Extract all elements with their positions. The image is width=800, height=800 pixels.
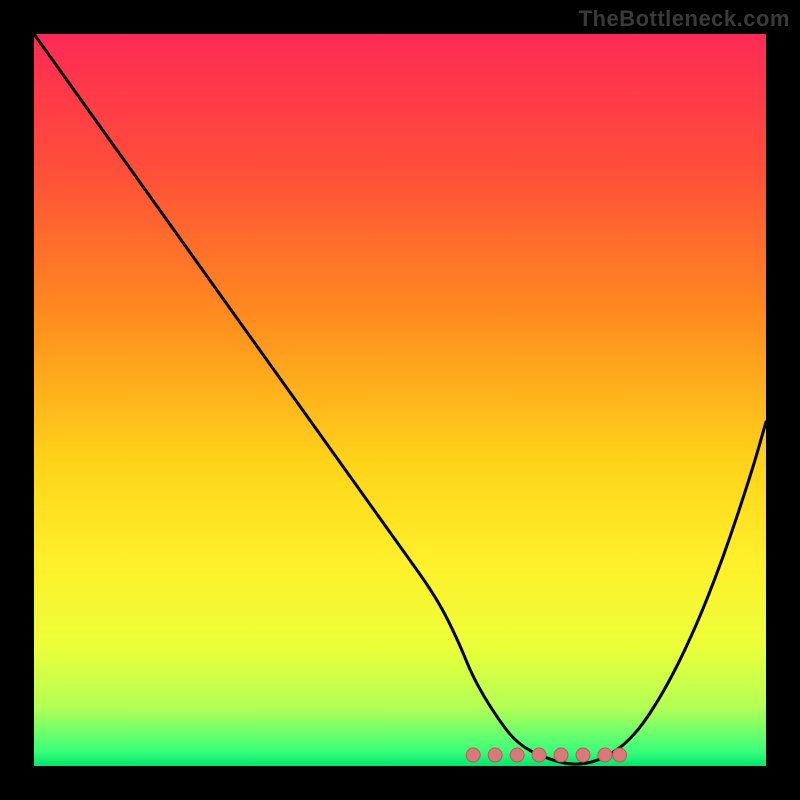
plot-area (34, 34, 766, 766)
gradient-background (34, 34, 766, 766)
flat-marker (488, 748, 502, 762)
flat-marker (510, 748, 524, 762)
flat-marker (532, 748, 546, 762)
flat-marker (554, 748, 568, 762)
flat-marker (576, 748, 590, 762)
chart-frame: TheBottleneck.com (0, 0, 800, 800)
flat-marker (466, 748, 480, 762)
watermark-label: TheBottleneck.com (579, 6, 790, 32)
flat-marker (613, 748, 627, 762)
flat-marker (598, 748, 612, 762)
chart-svg (34, 34, 766, 766)
